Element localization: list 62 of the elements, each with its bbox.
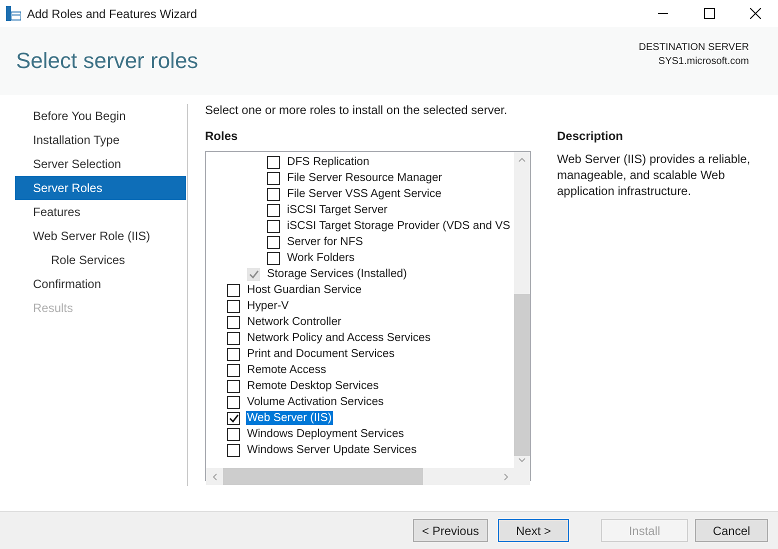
role-label[interactable]: DFS Replication [286,155,370,169]
checkbox[interactable] [267,172,280,184]
scrollbar-thumb[interactable] [223,468,423,485]
role-label[interactable]: Windows Server Update Services [246,443,418,457]
role-label[interactable]: Volume Activation Services [246,395,385,409]
checkbox[interactable] [227,428,240,440]
checkbox[interactable] [267,236,280,248]
sidebar-item[interactable]: Before You Begin [15,104,186,128]
maximize-icon[interactable] [704,8,714,19]
instruction-text: Select one or more roles to install on the selected server. [205,103,508,119]
checkbox[interactable] [267,188,280,200]
description-heading: Description [557,129,624,145]
page-title: Select server roles [16,48,198,74]
role-label[interactable]: Remote Access [246,363,328,377]
role-label[interactable]: iSCSI Target Storage Provider (VDS and VS [286,219,512,233]
checkbox[interactable] [267,220,280,232]
role-label[interactable]: File Server Resource Manager [286,171,444,185]
sidebar-item[interactable]: Server Roles [15,176,186,200]
horizontal-scrollbar[interactable] [206,468,514,485]
role-label[interactable]: Server for NFS [286,235,364,249]
destination-label: DESTINATION SERVER [638,41,749,55]
checkbox[interactable] [227,412,240,424]
window-title: Add Roles and Features Wizard [27,6,198,20]
previous-button[interactable]: < Previous [413,519,488,542]
role-label[interactable]: Print and Document Services [246,347,396,361]
role-label[interactable]: File Server VSS Agent Service [286,187,442,201]
sidebar-item[interactable]: Features [15,200,186,224]
description-text: Web Server (IIS) provides a reliable, manageable, and scalable Web application infrastructure. [557,151,752,199]
role-label[interactable]: Windows Deployment Services [246,427,405,441]
vertical-scrollbar[interactable] [514,152,530,468]
sidebar-item[interactable]: Confirmation [15,272,186,296]
server-wizard-icon [6,6,21,21]
role-label[interactable]: iSCSI Target Server [286,203,388,217]
role-label[interactable]: Work Folders [286,251,356,265]
role-label[interactable]: Web Server (IIS) [246,411,333,425]
roles-heading: Roles [205,129,239,145]
checkbox[interactable] [227,284,240,296]
sidebar-item[interactable]: Web Server Role (IIS) [15,224,186,248]
checkbox[interactable] [267,204,280,216]
checkbox[interactable] [227,380,240,392]
checkbox[interactable] [227,300,240,312]
role-label[interactable]: Remote Desktop Services [246,379,380,393]
role-label[interactable]: Network Policy and Access Services [246,331,432,345]
checkbox[interactable] [227,316,240,328]
role-label[interactable]: Network Controller [246,315,342,329]
close-icon[interactable] [750,8,760,19]
checkbox[interactable] [267,252,280,264]
sidebar-item[interactable]: Installation Type [15,128,186,152]
scrollbar-thumb[interactable] [514,294,530,456]
checkbox[interactable] [227,332,240,344]
role-label[interactable]: Hyper-V [246,299,290,313]
sidebar-item[interactable]: Server Selection [15,152,186,176]
destination-server: SYS1.microsoft.com [658,55,749,69]
cancel-button[interactable]: Cancel [695,519,768,542]
checkbox[interactable] [227,348,240,360]
checkbox[interactable] [227,396,240,408]
checkbox[interactable] [227,364,240,376]
checkbox[interactable] [227,444,240,456]
next-button[interactable]: Next > [498,519,569,542]
role-label[interactable]: Host Guardian Service [246,283,363,297]
checkbox[interactable] [267,156,280,168]
sidebar-item[interactable]: Role Services [15,248,186,272]
